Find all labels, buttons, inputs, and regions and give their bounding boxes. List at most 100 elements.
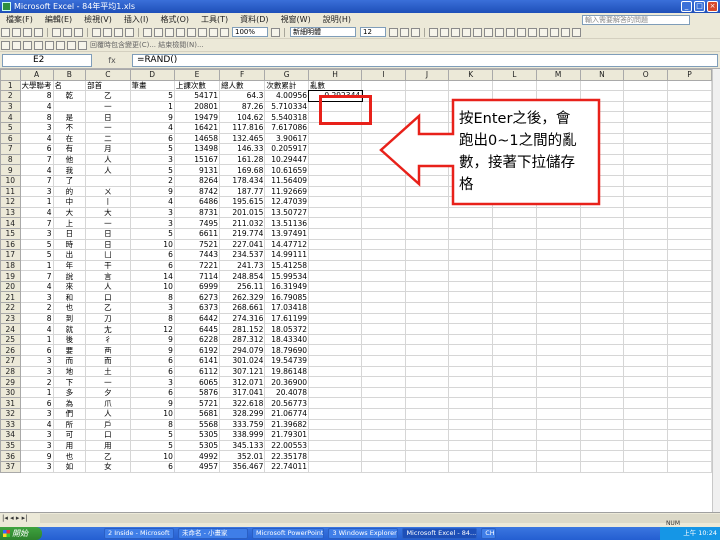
merge-center-icon[interactable]	[462, 27, 471, 37]
table-cell[interactable]: 333.759	[219, 418, 266, 431]
table-cell[interactable]: 1	[19, 196, 54, 208]
table-cell[interactable]: 9	[19, 450, 54, 462]
table-cell[interactable]: 也	[52, 450, 87, 462]
table-cell[interactable]	[492, 397, 537, 409]
select-all-corner[interactable]	[0, 69, 21, 81]
table-cell[interactable]	[361, 249, 406, 261]
table-cell[interactable]	[448, 217, 494, 229]
table-cell[interactable]	[361, 323, 406, 335]
row-header[interactable]: 12	[0, 196, 21, 208]
table-cell[interactable]	[404, 259, 450, 272]
table-cell[interactable]: 6228	[173, 333, 221, 346]
align-right-icon[interactable]	[451, 27, 460, 37]
row-header[interactable]: 31	[0, 397, 21, 409]
table-cell[interactable]	[623, 344, 669, 357]
bold-icon[interactable]	[389, 27, 398, 37]
copy-icon[interactable]	[103, 27, 112, 37]
decrease-indent-icon[interactable]	[528, 27, 537, 37]
table-cell[interactable]: 6192	[173, 344, 221, 357]
row-header[interactable]: 34	[0, 429, 21, 441]
table-cell[interactable]	[492, 217, 537, 229]
table-cell[interactable]	[579, 386, 625, 399]
table-cell[interactable]	[404, 270, 450, 282]
table-cell[interactable]	[308, 344, 363, 357]
table-cell[interactable]: 3	[19, 185, 54, 198]
table-cell[interactable]: 大學聯考	[19, 79, 54, 92]
table-cell[interactable]: 7495	[173, 217, 221, 229]
table-cell[interactable]: 日	[85, 238, 131, 251]
table-cell[interactable]: 女	[85, 460, 131, 473]
table-cell[interactable]: 328.299	[219, 408, 266, 420]
table-cell[interactable]	[361, 439, 406, 452]
table-cell[interactable]: 256.11	[219, 280, 266, 293]
table-cell[interactable]	[308, 196, 363, 208]
column-header[interactable]: F	[219, 69, 266, 81]
table-cell[interactable]: 人	[85, 280, 131, 293]
table-cell[interactable]: 10	[129, 280, 175, 293]
align-left-icon[interactable]	[429, 27, 438, 37]
table-cell[interactable]: 尢	[85, 323, 131, 335]
chart-wizard-icon[interactable]	[209, 27, 218, 37]
table-cell[interactable]	[667, 153, 712, 166]
table-cell[interactable]	[404, 291, 450, 304]
table-cell[interactable]	[623, 429, 669, 441]
row-header[interactable]: 25	[0, 333, 21, 346]
table-cell[interactable]: 6	[19, 397, 54, 409]
zoom-select[interactable]: 100%	[232, 27, 268, 37]
table-cell[interactable]: 6	[129, 259, 175, 272]
table-cell[interactable]: 4	[129, 196, 175, 208]
table-cell[interactable]	[404, 323, 450, 335]
table-cell[interactable]: 9	[129, 333, 175, 346]
table-cell[interactable]	[623, 333, 669, 346]
menu-insert[interactable]: 插入(I)	[118, 14, 155, 25]
table-cell[interactable]	[308, 164, 363, 176]
table-cell[interactable]: 234.537	[219, 249, 266, 261]
table-cell[interactable]: 20.36900	[264, 376, 310, 388]
row-header[interactable]: 19	[0, 270, 21, 282]
table-cell[interactable]	[623, 418, 669, 431]
table-cell[interactable]	[492, 79, 537, 92]
table-cell[interactable]	[448, 418, 494, 431]
table-cell[interactable]	[308, 174, 363, 187]
table-cell[interactable]: 1	[19, 259, 54, 272]
table-cell[interactable]	[535, 238, 581, 251]
table-cell[interactable]: 多	[52, 386, 87, 399]
table-cell[interactable]: 大	[85, 206, 131, 219]
table-cell[interactable]: 195.615	[219, 196, 266, 208]
table-cell[interactable]	[492, 429, 537, 441]
table-cell[interactable]	[623, 280, 669, 293]
table-cell[interactable]	[404, 302, 450, 314]
table-cell[interactable]	[535, 460, 581, 473]
table-cell[interactable]: 15167	[173, 153, 221, 166]
table-cell[interactable]	[667, 206, 712, 219]
table-cell[interactable]: 年	[52, 259, 87, 272]
table-cell[interactable]: 10	[129, 450, 175, 462]
table-cell[interactable]: 10	[129, 408, 175, 420]
font-size-select[interactable]: 12	[360, 27, 386, 37]
column-header[interactable]: G	[264, 69, 310, 81]
table-cell[interactable]	[623, 185, 669, 198]
table-cell[interactable]	[623, 90, 669, 102]
table-cell[interactable]: 一	[85, 217, 131, 229]
table-cell[interactable]	[361, 333, 406, 346]
font-name-select[interactable]: 新細明體	[290, 27, 356, 37]
column-header[interactable]: M	[535, 69, 581, 81]
table-cell[interactable]: 月	[85, 143, 131, 155]
table-cell[interactable]: 5	[19, 238, 54, 251]
table-cell[interactable]: 2	[19, 302, 54, 314]
row-header[interactable]: 18	[0, 259, 21, 272]
table-cell[interactable]: 10.29447	[264, 153, 310, 166]
borders-icon[interactable]	[550, 27, 559, 37]
send-icon[interactable]	[78, 40, 87, 50]
table-cell[interactable]: 7	[19, 217, 54, 229]
align-center-icon[interactable]	[440, 27, 449, 37]
table-cell[interactable]	[579, 333, 625, 346]
table-cell[interactable]: 6141	[173, 355, 221, 367]
table-cell[interactable]: 在	[52, 132, 87, 145]
menu-file[interactable]: 檔案(F)	[0, 14, 39, 25]
permission-icon[interactable]	[34, 27, 43, 37]
table-cell[interactable]: 4992	[173, 450, 221, 462]
table-cell[interactable]: 13498	[173, 143, 221, 155]
table-cell[interactable]: 5	[129, 227, 175, 240]
table-cell[interactable]	[361, 302, 406, 314]
